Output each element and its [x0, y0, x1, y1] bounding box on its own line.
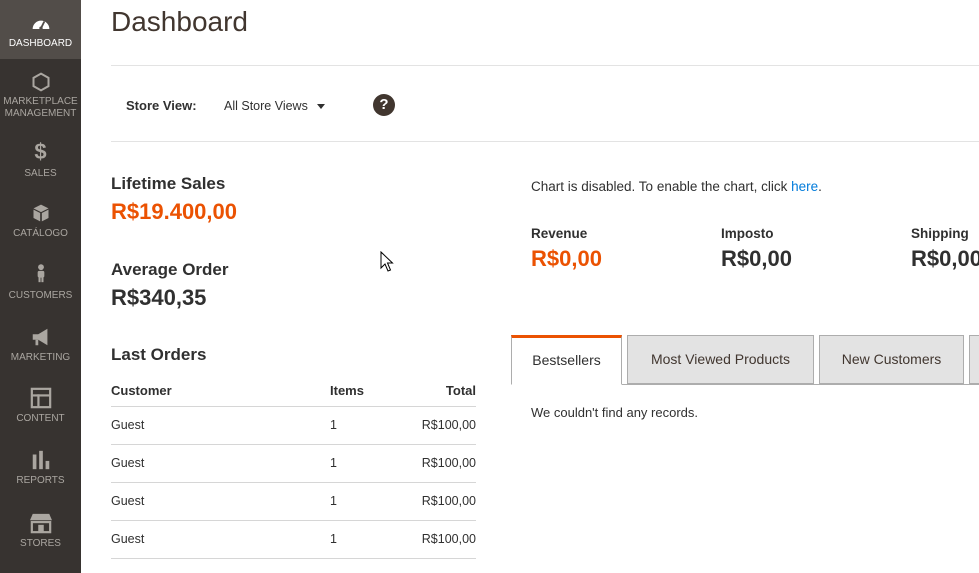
cell-total: R$100,00: [410, 406, 476, 445]
layout-icon: [30, 387, 51, 409]
column-header-total: Total: [410, 376, 476, 407]
nav-item-marketing[interactable]: MARKETING: [0, 326, 81, 364]
cell-customer: Guest: [111, 444, 330, 483]
revenue-label: Revenue: [531, 226, 588, 241]
chart-disabled-note: Chart is disabled. To enable the chart, …: [531, 179, 822, 194]
empty-records-message: We couldn't find any records.: [531, 405, 698, 420]
nav-label-marketing: MARKETING: [10, 352, 71, 363]
admin-sidebar: DASHBOARD MARKETPLACE MANAGEMENT $ SALES…: [0, 0, 81, 573]
column-header-customer: Customer: [111, 376, 330, 407]
table-row[interactable]: Guest 1 R$100,00: [111, 482, 476, 521]
table-header-row: Customer Items Total: [111, 376, 476, 407]
nav-label-marketplace: MARKETPLACE MANAGEMENT: [3, 96, 78, 119]
shipping-value: R$0,00: [911, 246, 979, 271]
nav-label-customers: CUSTOMERS: [8, 290, 73, 301]
nav-label-reports: REPORTS: [16, 475, 65, 486]
nav-item-reports[interactable]: REPORTS: [0, 449, 81, 487]
speedometer-icon: [32, 20, 49, 30]
lifetime-sales-label: Lifetime Sales: [111, 174, 226, 193]
table-row[interactable]: Guest 1 R$100,00: [111, 520, 476, 559]
nav-item-marketplace-management[interactable]: MARKETPLACE MANAGEMENT: [0, 72, 81, 120]
cell-customer: Guest: [111, 406, 330, 445]
megaphone-icon: [32, 328, 47, 346]
cell-total: R$100,00: [410, 520, 476, 559]
nav-label-stores: STORES: [20, 538, 61, 549]
cell-items: 1: [330, 406, 410, 445]
nav-item-catalog[interactable]: CATÁLOGO: [0, 202, 81, 240]
enable-chart-link[interactable]: here: [791, 179, 818, 194]
cell-customer: Guest: [111, 482, 330, 521]
last-orders-table: Customer Items Total Guest 1 R$100,00 Gu…: [111, 376, 476, 559]
column-header-items: Items: [330, 376, 410, 407]
person-icon: [37, 264, 44, 283]
tab-bestsellers[interactable]: Bestsellers: [511, 335, 622, 385]
nav-label-sales: SALES: [24, 168, 57, 179]
table-row[interactable]: Guest 1 R$100,00: [111, 406, 476, 445]
tax-label: Imposto: [721, 226, 774, 241]
tab-new-customers[interactable]: New Customers: [819, 335, 964, 384]
tab-next-partial[interactable]: [969, 335, 979, 384]
mouse-cursor-icon: [380, 251, 394, 272]
nav-item-sales[interactable]: $ SALES: [0, 140, 81, 180]
help-icon[interactable]: ?: [373, 94, 395, 116]
nav-item-dashboard[interactable]: DASHBOARD: [0, 0, 81, 59]
cell-items: 1: [330, 444, 410, 483]
dashboard-tabs: Bestsellers Most Viewed Products New Cus…: [511, 335, 979, 385]
nav-label-catalog: CATÁLOGO: [13, 228, 68, 239]
store-view-label: Store View:: [126, 98, 197, 113]
chart-note-text: Chart is disabled. To enable the chart, …: [531, 179, 792, 194]
page-title: Dashboard: [111, 6, 248, 37]
store-view-select[interactable]: All Store Views: [224, 99, 308, 113]
tab-most-viewed-products[interactable]: Most Viewed Products: [627, 335, 814, 384]
nav-label-dashboard: DASHBOARD: [8, 38, 73, 49]
table-row[interactable]: Guest 1 R$100,00: [111, 444, 476, 483]
tax-value: R$0,00: [721, 246, 792, 271]
average-order-value: R$340,35: [111, 285, 207, 310]
cell-items: 1: [330, 520, 410, 559]
dollar-icon: $: [34, 139, 47, 164]
caret-down-icon[interactable]: [317, 104, 325, 109]
bar-chart-icon: [32, 450, 49, 470]
nav-item-stores[interactable]: STORES: [0, 512, 81, 550]
nav-item-content[interactable]: CONTENT: [0, 387, 81, 425]
chart-note-suffix: .: [818, 179, 822, 194]
shipping-label: Shipping: [911, 226, 969, 241]
header-divider: [111, 65, 979, 66]
cell-customer: Guest: [111, 520, 330, 559]
cell-items: 1: [330, 482, 410, 521]
revenue-value: R$0,00: [531, 246, 602, 271]
nav-item-customers[interactable]: CUSTOMERS: [0, 260, 81, 302]
cell-total: R$100,00: [410, 444, 476, 483]
hexagon-icon: [32, 72, 49, 92]
lifetime-sales-value: R$19.400,00: [111, 199, 237, 224]
cell-total: R$100,00: [410, 482, 476, 521]
average-order-label: Average Order: [111, 260, 229, 279]
nav-label-content: CONTENT: [16, 413, 65, 424]
storefront-icon: [29, 513, 52, 534]
last-orders-title: Last Orders: [111, 345, 207, 364]
store-view-divider: [111, 141, 979, 142]
cube-icon: [33, 204, 48, 222]
